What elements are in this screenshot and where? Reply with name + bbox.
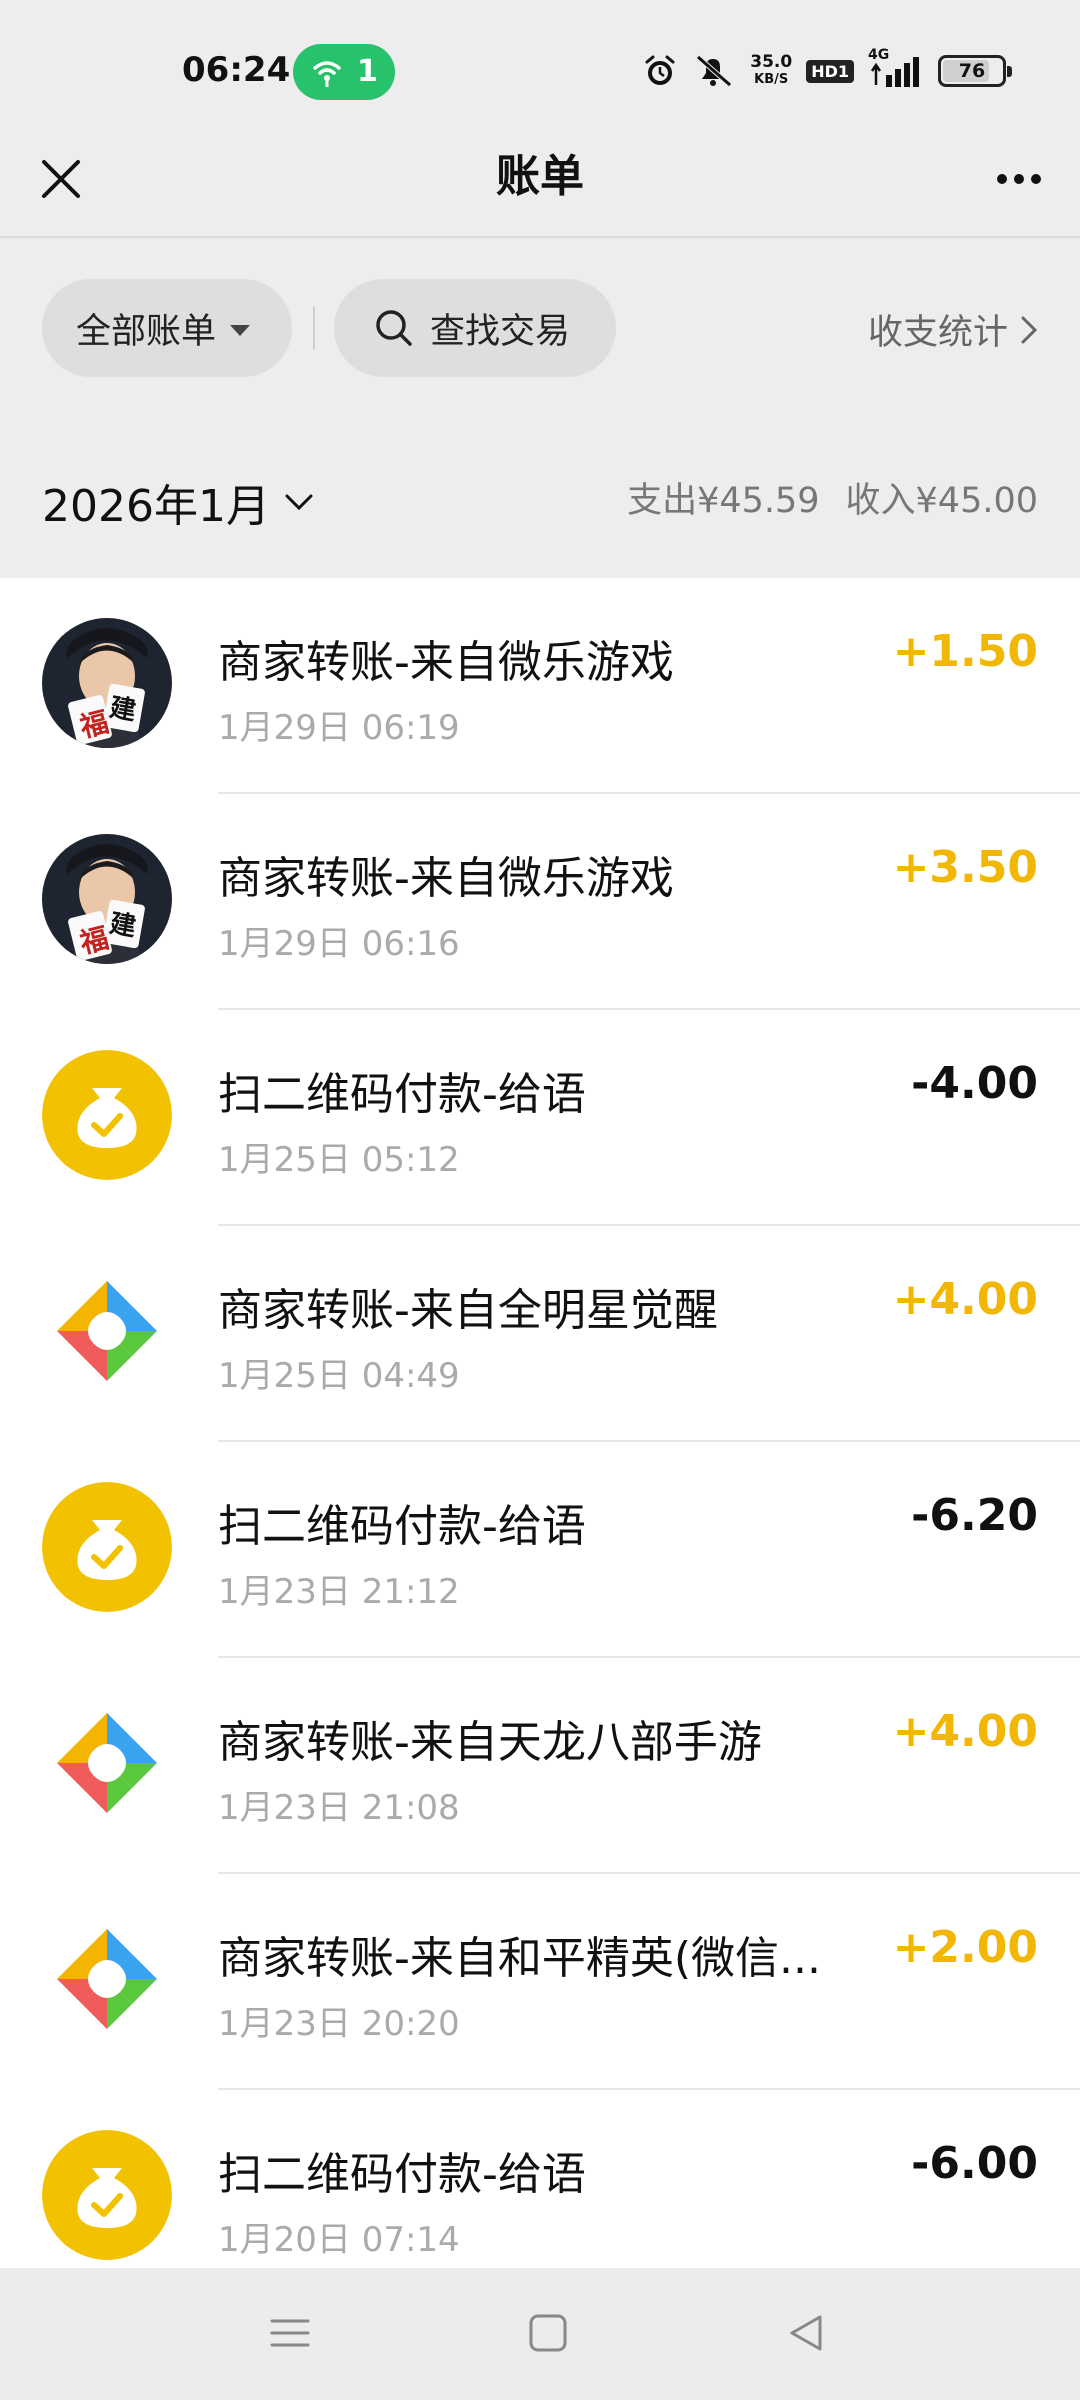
transaction-row[interactable]: 福 建 商家转账-来自微乐游戏 1月29日 06:16 +3.50 <box>0 794 1080 1010</box>
header-divider <box>0 236 1080 238</box>
battery-level: 76 <box>958 60 986 82</box>
signal-group: 4G <box>868 47 924 89</box>
net-speed-value: 35.0 <box>750 52 793 72</box>
more-button[interactable] <box>986 146 1052 212</box>
transaction-title: 商家转账-来自全明星觉醒 <box>218 1285 718 1336</box>
back-button[interactable] <box>766 2298 846 2368</box>
transaction-title: 商家转账-来自和平精英(微信... <box>218 1933 822 1984</box>
transaction-time: 1月23日 20:20 <box>218 2004 460 2044</box>
search-icon <box>376 310 412 346</box>
stats-label: 收支统计 <box>867 313 1008 353</box>
transaction-row[interactable]: 商家转账-来自全明星觉醒 1月25日 04:49 +4.00 <box>0 1226 1080 1442</box>
transaction-time: 1月25日 05:12 <box>218 1140 460 1180</box>
transaction-amount: -6.00 <box>911 2138 1038 2189</box>
transaction-time: 1月23日 21:12 <box>218 1572 460 1612</box>
transaction-title: 扫二维码付款-给语 <box>218 1501 586 1552</box>
transaction-time: 1月20日 07:14 <box>218 2220 460 2260</box>
alarm-icon <box>645 55 675 85</box>
all-bills-label: 全部账单 <box>76 311 217 352</box>
transaction-amount: -4.00 <box>911 1058 1038 1109</box>
battery-indicator: 76 <box>938 55 1012 87</box>
month-label: 2026年1月 <box>42 481 270 532</box>
transaction-row[interactable]: 商家转账-来自天龙八部手游 1月23日 21:08 +4.00 <box>0 1658 1080 1874</box>
status-icons: 35.0 KB/S HD1 4G 76 <box>642 47 1012 94</box>
money-bag-icon <box>42 2130 172 2260</box>
transaction-title: 商家转账-来自微乐游戏 <box>218 853 674 904</box>
transaction-time: 1月29日 06:16 <box>218 924 460 964</box>
income-total: 收入¥45.00 <box>845 481 1038 521</box>
search-transactions-button[interactable]: 查找交易 <box>334 279 616 377</box>
all-bills-filter[interactable]: 全部账单 <box>42 279 292 377</box>
hotspot-count: 1 <box>357 54 378 89</box>
network-type: 4G <box>868 47 890 63</box>
more-icon <box>997 174 1007 184</box>
chevron-right-icon <box>1021 316 1038 343</box>
status-bar: 06:24 1 35.0 KB/S HD1 4G 76 <box>0 0 1080 140</box>
transaction-row[interactable]: 福 建 商家转账-来自微乐游戏 1月29日 06:19 +1.50 <box>0 578 1080 794</box>
caret-down-icon <box>230 324 251 336</box>
stats-link[interactable]: 收支统计 <box>868 304 1038 355</box>
expense-total: 支出¥45.59 <box>627 481 820 521</box>
nav-bar: 账单 <box>0 120 1080 238</box>
transaction-time: 1月25日 04:49 <box>218 1356 460 1396</box>
transaction-list: 福 建 商家转账-来自微乐游戏 1月29日 06:19 +1.50 福 建 商家… <box>0 578 1080 2268</box>
hotspot-badge[interactable]: 1 <box>293 44 395 100</box>
filter-bar: 全部账单 查找交易 收支统计 <box>0 240 1080 420</box>
back-icon <box>790 2315 822 2351</box>
page-title: 账单 <box>496 151 584 202</box>
status-time: 06:24 <box>182 50 291 90</box>
transaction-row[interactable]: 扫二维码付款-给语 1月23日 21:12 -6.20 <box>0 1442 1080 1658</box>
system-nav-bar <box>0 2268 1080 2400</box>
transaction-amount: +4.00 <box>892 1706 1038 1757</box>
transaction-time: 1月29日 06:19 <box>218 708 460 748</box>
home-icon <box>529 2314 567 2352</box>
game-avatar: 福 建 <box>42 618 172 748</box>
net-speed-unit: KB/S <box>754 72 789 87</box>
tencent-games-icon <box>42 1266 172 1396</box>
menu-icon <box>270 2319 310 2347</box>
net-speed: 35.0 KB/S <box>750 53 792 89</box>
transaction-time: 1月23日 21:08 <box>218 1788 460 1828</box>
game-avatar: 福 建 <box>42 834 172 964</box>
menu-button[interactable] <box>250 2298 330 2368</box>
month-summary: 支出¥45.59 收入¥45.00 <box>627 472 1038 523</box>
money-bag-icon <box>42 1482 172 1612</box>
transaction-title: 扫二维码付款-给语 <box>218 1069 586 1120</box>
money-bag-icon <box>42 1050 172 1180</box>
more-icon-dot <box>1031 174 1041 184</box>
transaction-amount: +4.00 <box>892 1274 1038 1325</box>
tencent-games-icon <box>42 1698 172 1828</box>
transaction-title: 商家转账-来自微乐游戏 <box>218 637 674 688</box>
transaction-amount: -6.20 <box>911 1490 1038 1541</box>
mute-icon <box>696 55 732 87</box>
transaction-row[interactable]: 扫二维码付款-给语 1月25日 05:12 -4.00 <box>0 1010 1080 1226</box>
transaction-amount: +2.00 <box>892 1922 1038 1973</box>
filter-separator <box>313 306 315 350</box>
transaction-amount: +1.50 <box>892 626 1038 677</box>
transaction-row[interactable]: 扫二维码付款-给语 1月20日 07:14 -6.00 <box>0 2090 1080 2268</box>
hotspot-icon <box>313 61 341 87</box>
avatar-char-2: 建 <box>107 909 138 943</box>
search-label: 查找交易 <box>430 311 571 352</box>
avatar-char-2: 建 <box>107 693 138 727</box>
transaction-title: 商家转账-来自天龙八部手游 <box>218 1717 762 1768</box>
tencent-games-icon <box>42 1914 172 2044</box>
chevron-down-icon <box>285 494 313 511</box>
transaction-amount: +3.50 <box>892 842 1038 893</box>
transaction-row[interactable]: 商家转账-来自和平精英(微信... 1月23日 20:20 +2.00 <box>0 1874 1080 2090</box>
more-icon-dot <box>1014 174 1024 184</box>
hd-badge: HD1 <box>806 59 854 83</box>
transaction-title: 扫二维码付款-给语 <box>218 2149 586 2200</box>
home-button[interactable] <box>508 2298 588 2368</box>
month-selector[interactable]: 2026年1月 <box>42 470 314 534</box>
month-header: 2026年1月 支出¥45.59 收入¥45.00 <box>0 420 1080 576</box>
